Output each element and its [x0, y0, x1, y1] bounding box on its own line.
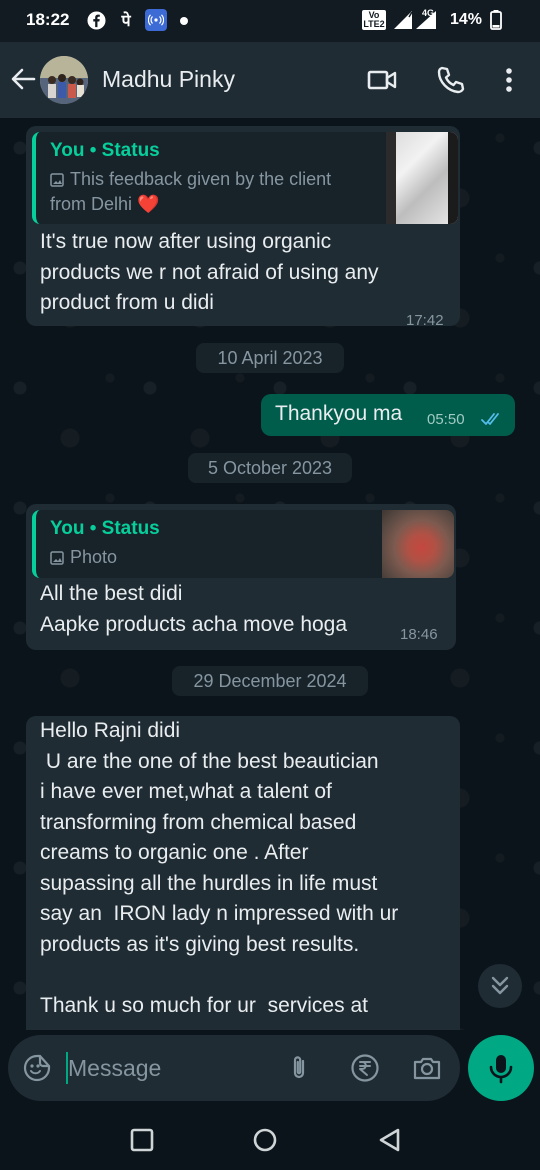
signal-icon: 4G	[392, 8, 442, 31]
image-icon	[50, 551, 64, 565]
quote-text: This feedback given by the client from D…	[50, 167, 380, 217]
mic-icon	[489, 1055, 513, 1084]
message-bubble-outgoing[interactable]: Thankyou ma 05:50	[261, 394, 515, 436]
scroll-to-bottom-button[interactable]	[478, 964, 522, 1008]
message-bubble-incoming[interactable]: You • Status Photo All the best didi Aap…	[26, 504, 456, 650]
battery-icon	[490, 10, 502, 30]
voice-call-icon[interactable]	[434, 64, 466, 96]
emoji-icon[interactable]	[22, 1053, 52, 1083]
recents-square-icon[interactable]	[128, 1126, 156, 1154]
status-thumbnail	[382, 510, 454, 578]
quote-author: You • Status	[50, 518, 160, 539]
quote-author: You • Status	[50, 140, 160, 161]
system-nav-bar	[0, 1110, 540, 1170]
message-bubble-incoming[interactable]: Hello Rajni didi U are the one of the be…	[26, 716, 460, 1030]
quote-text-line1: Photo	[70, 547, 118, 567]
home-circle-icon[interactable]	[251, 1126, 279, 1154]
heart-emoji: ❤️	[137, 194, 160, 214]
battery-percent: 14%	[450, 11, 483, 28]
date-chip: 5 October 2023	[188, 453, 352, 483]
date-chip: 10 April 2023	[196, 343, 344, 373]
quote-text-line1: This feedback given by the client	[70, 169, 332, 189]
back-triangle-icon[interactable]	[376, 1126, 404, 1154]
mic-button[interactable]	[468, 1035, 534, 1101]
quote-text: Photo	[50, 545, 350, 570]
message-text: Hello Rajni didi U are the one of the be…	[40, 719, 399, 1017]
phonepe-icon: पे	[121, 13, 131, 30]
volte-icon: Vo LTE2	[362, 10, 386, 30]
hotspot-icon	[145, 9, 167, 31]
contact-name[interactable]: Madhu Pinky	[102, 66, 235, 93]
chat-area[interactable]: You • Status This feedback given by the …	[0, 118, 540, 1030]
image-icon	[50, 173, 64, 187]
status-thumbnail	[386, 132, 458, 224]
double-chevron-down-icon	[491, 976, 509, 995]
quote-text-line2: from Delhi	[50, 194, 133, 214]
date-chip: 29 December 2024	[172, 666, 368, 696]
read-receipt-icon	[481, 412, 503, 426]
message-text: All the best didi Aapke products acha mo…	[40, 582, 348, 636]
volte-label: Vo LTE2	[363, 10, 385, 29]
message-text: Thankyou ma	[275, 402, 403, 425]
notification-dot	[180, 17, 188, 25]
status-time: 18:22	[26, 10, 70, 29]
camera-icon[interactable]	[412, 1053, 442, 1083]
attach-icon[interactable]	[284, 1053, 314, 1083]
network-label: 4G	[422, 8, 435, 18]
status-reply-quote[interactable]: You • Status Photo	[32, 510, 454, 578]
rupee-payment-icon[interactable]	[350, 1053, 380, 1083]
message-text: It's true now after using organic produc…	[40, 230, 379, 314]
status-bar: 18:22 पे Vo LTE2 4G 14%	[0, 0, 540, 42]
video-call-icon[interactable]	[366, 64, 398, 96]
message-time: 18:46	[400, 626, 438, 643]
message-composer	[8, 1035, 460, 1101]
message-time: 17:42	[406, 312, 444, 329]
text-caret	[66, 1052, 68, 1084]
more-options-icon[interactable]	[494, 64, 524, 96]
back-arrow-icon[interactable]	[8, 64, 38, 94]
facebook-icon	[86, 10, 106, 30]
chat-header: Madhu Pinky	[0, 42, 540, 118]
message-bubble-incoming[interactable]: You • Status This feedback given by the …	[26, 126, 460, 329]
avatar[interactable]	[40, 56, 88, 104]
message-time: 05:50	[427, 411, 465, 428]
message-input[interactable]	[66, 1049, 278, 1087]
status-reply-quote[interactable]: You • Status This feedback given by the …	[32, 132, 458, 224]
